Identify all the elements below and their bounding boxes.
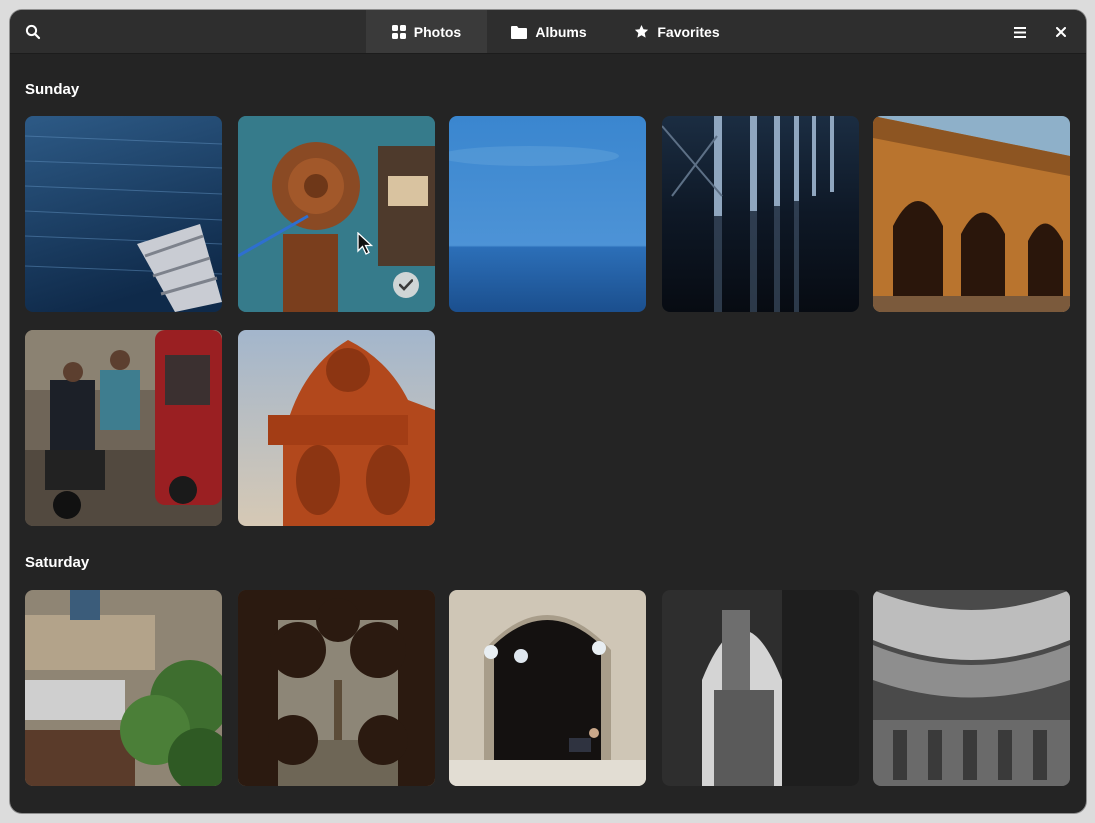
photo-thumbnail[interactable] xyxy=(662,116,859,312)
tab-albums[interactable]: Albums xyxy=(487,10,611,53)
photo-thumbnail[interactable] xyxy=(238,330,435,526)
search-button[interactable] xyxy=(16,16,50,48)
photo-thumbnail[interactable] xyxy=(662,590,859,786)
photo-thumbnail[interactable] xyxy=(25,116,222,312)
grid-icon xyxy=(391,24,406,39)
header-bar: Photos Albums Favorites xyxy=(10,10,1086,54)
search-icon xyxy=(25,24,41,40)
photo-thumbnail[interactable] xyxy=(873,116,1070,312)
photo-thumbnail-selected[interactable] xyxy=(238,116,435,312)
mouse-pointer-icon xyxy=(357,232,373,255)
section-title-saturday: Saturday xyxy=(25,554,90,571)
photos-app-window: Photos Albums Favorites Sunday Saturday xyxy=(10,10,1086,813)
checkmark-icon xyxy=(399,279,413,291)
star-icon xyxy=(635,24,649,38)
tab-photos-label: Photos xyxy=(413,23,462,40)
photo-thumbnail[interactable] xyxy=(449,590,646,786)
close-icon xyxy=(1056,27,1066,37)
selected-check-badge xyxy=(393,272,419,298)
section-title-sunday: Sunday xyxy=(25,81,80,98)
photo-thumbnail[interactable] xyxy=(25,330,222,526)
tab-favorites-label: Favorites xyxy=(657,23,720,40)
main-menu-button[interactable] xyxy=(1003,16,1037,48)
photo-thumbnail[interactable] xyxy=(873,590,1070,786)
tab-albums-label: Albums xyxy=(535,23,587,40)
view-switcher: Photos Albums Favorites xyxy=(366,10,743,53)
hamburger-menu-icon xyxy=(1014,26,1026,38)
tab-photos[interactable]: Photos xyxy=(366,10,487,53)
photo-thumbnail[interactable] xyxy=(25,590,222,786)
close-button[interactable] xyxy=(1044,16,1078,48)
folder-icon xyxy=(511,25,528,39)
photo-thumbnail[interactable] xyxy=(449,116,646,312)
tab-favorites[interactable]: Favorites xyxy=(611,10,743,53)
photo-grid: Sunday Saturday xyxy=(10,54,1086,813)
photo-thumbnail[interactable] xyxy=(238,590,435,786)
